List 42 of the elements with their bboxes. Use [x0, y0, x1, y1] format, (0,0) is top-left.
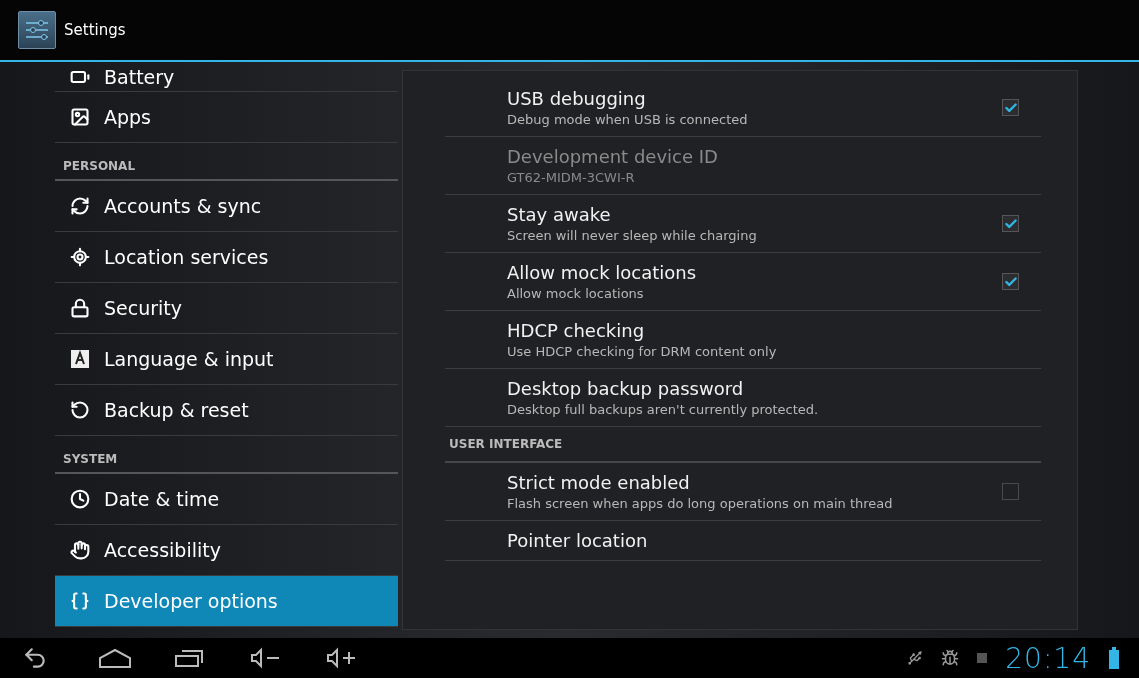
- preference-row[interactable]: HDCP checking Use HDCP checking for DRM content only: [445, 311, 1041, 369]
- sidebar-item[interactable]: Security: [55, 283, 398, 334]
- usb-icon: [907, 650, 924, 666]
- battery-icon: [1109, 647, 1119, 669]
- braces-icon: [70, 591, 90, 611]
- back-icon[interactable]: [22, 645, 48, 671]
- keyboard-letter-icon: [70, 349, 90, 369]
- sidebar-item[interactable]: Developer options: [55, 576, 398, 627]
- location-icon: [70, 247, 90, 267]
- sidebar-item[interactable]: Date & time: [55, 474, 398, 525]
- checkbox[interactable]: [1002, 215, 1019, 232]
- restore-icon: [70, 400, 90, 420]
- sidebar-item[interactable]: Language & input: [55, 334, 398, 385]
- preference-row[interactable]: Stay awake Screen will never sleep while charging: [445, 195, 1041, 253]
- preference-row[interactable]: Allow mock locations Allow mock locations: [445, 253, 1041, 311]
- preference-row[interactable]: USB debugging Debug mode when USB is connected: [445, 79, 1041, 137]
- sidebar-item[interactable]: Battery: [55, 62, 398, 92]
- preference-row[interactable]: Pointer location: [445, 521, 1041, 561]
- recent-apps-icon[interactable]: [174, 647, 204, 669]
- preference-row[interactable]: Strict mode enabled Flash screen when apps do long operations on main thread: [445, 463, 1041, 521]
- home-icon[interactable]: [98, 647, 132, 669]
- sidebar-item[interactable]: Apps: [55, 92, 398, 143]
- lock-icon: [70, 298, 90, 318]
- section-header: USER INTERFACE: [445, 427, 1041, 463]
- clock-time: 20:14: [1005, 641, 1091, 675]
- clock-icon: [70, 489, 90, 509]
- notification-icon: [977, 653, 988, 663]
- checkbox[interactable]: [1002, 99, 1019, 116]
- sidebar-item[interactable]: Accounts & sync: [55, 181, 398, 232]
- sidebar-item[interactable]: Location services: [55, 232, 398, 283]
- preference-row[interactable]: Desktop backup password Desktop full backups aren't currently protected.: [445, 369, 1041, 427]
- settings-app-icon[interactable]: [18, 11, 56, 49]
- hand-icon: [70, 540, 90, 560]
- checkbox[interactable]: [1002, 483, 1019, 500]
- bug-icon: [941, 649, 960, 667]
- section-header: PERSONAL: [55, 143, 398, 181]
- section-header: SYSTEM: [55, 436, 398, 474]
- sync-icon: [70, 196, 90, 216]
- picture-icon: [70, 107, 90, 127]
- window-title: Settings: [64, 21, 126, 39]
- checkbox[interactable]: [1002, 273, 1019, 290]
- sidebar-item[interactable]: Backup & reset: [55, 385, 398, 436]
